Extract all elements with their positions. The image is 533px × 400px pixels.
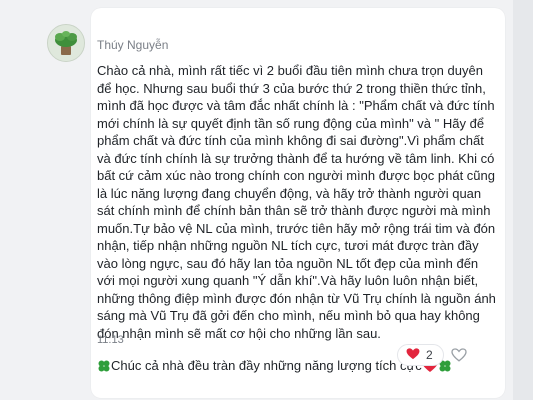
heart-outline-icon — [451, 348, 467, 362]
closing-text: Chúc cả nhà đều tràn đầy những năng lượn… — [111, 358, 422, 373]
message-time: 11:13 — [97, 334, 124, 346]
avatar-plant-icon — [48, 25, 84, 61]
clover-icon — [97, 359, 111, 377]
avatar[interactable] — [47, 24, 85, 62]
message-bubble: Thúy Nguyễn Chào cả nhà, mình rất tiếc v… — [91, 8, 505, 398]
chat-view: Thúy Nguyễn Chào cả nhà, mình rất tiếc v… — [0, 0, 533, 400]
scrollbar-track[interactable] — [513, 0, 533, 400]
message-text: Chào cả nhà, mình rất tiếc vì 2 buổi đầu… — [97, 63, 496, 341]
author-name[interactable]: Thúy Nguyễn — [97, 38, 168, 52]
message-body: Chào cả nhà, mình rất tiếc vì 2 buổi đầu… — [97, 62, 499, 373]
reaction-badge[interactable]: 2 — [397, 344, 444, 366]
heart-icon — [406, 347, 420, 363]
reaction-count: 2 — [426, 348, 433, 362]
react-button[interactable] — [448, 344, 470, 366]
